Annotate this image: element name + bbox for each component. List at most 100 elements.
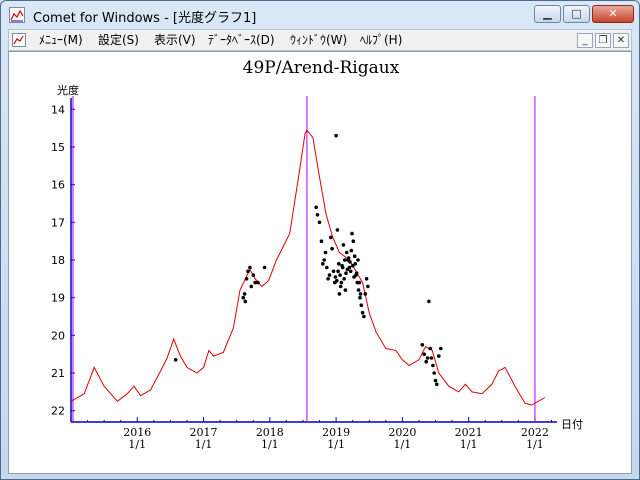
y-tick-label: 20 <box>51 329 65 342</box>
minimize-button[interactable]: ▁ <box>534 5 561 23</box>
observation-point <box>315 213 320 217</box>
mdi-minimize-button[interactable]: _ <box>577 33 593 48</box>
observation-point <box>425 356 430 360</box>
mdi-close-button[interactable]: ✕ <box>613 33 629 48</box>
x-tick-date: 1/1 <box>394 438 412 451</box>
x-tick-date: 1/1 <box>327 438 345 451</box>
observation-point <box>251 273 256 277</box>
predicted-magnitude-curve <box>70 129 546 406</box>
observation-point <box>358 295 362 300</box>
observation-point <box>351 239 356 243</box>
observation-point <box>357 280 362 285</box>
document-graph-icon[interactable] <box>12 33 26 47</box>
observation-point <box>353 262 358 266</box>
observation-point <box>344 250 349 255</box>
app-icon[interactable] <box>9 7 25 23</box>
observation-point <box>173 358 178 362</box>
observation-point <box>343 288 348 292</box>
observation-point <box>435 382 439 387</box>
observation-point <box>360 310 365 315</box>
menu-database[interactable]: ﾃﾞｰﾀﾍﾞｰｽ(D) <box>208 32 275 48</box>
graph-icon <box>10 9 24 22</box>
observation-point <box>319 239 324 243</box>
maximize-button[interactable]: □ <box>563 5 590 23</box>
observation-point <box>242 292 247 296</box>
observation-point <box>352 254 357 258</box>
observation-point <box>359 303 364 307</box>
observation-point <box>327 273 332 277</box>
observation-point <box>356 288 361 292</box>
observation-point <box>339 280 344 285</box>
observation-point <box>431 363 435 368</box>
y-tick-label: 16 <box>51 179 65 192</box>
observation-point <box>348 260 352 264</box>
menu-bar: ﾒﾆｭｰ(M) 設定(S) 表示(V) ﾃﾞｰﾀﾍﾞｰｽ(D) ｳｨﾝﾄﾞｳ(W… <box>8 29 632 51</box>
app-window: Comet for Windows - [光度グラフ1] ▁ □ ✕ ﾒﾆｭｰ(… <box>0 0 640 480</box>
observation-point <box>428 346 433 351</box>
x-tick-date: 1/1 <box>460 438 478 451</box>
graph-panel: 49P/Arend-Rigaux 光度 日付 14 15 16 17 18 19 20 21 2… <box>8 51 632 474</box>
menu-settings[interactable]: 設定(S) <box>98 32 139 48</box>
x-tick-date: 1/1 <box>526 438 544 451</box>
observation-point <box>330 246 334 251</box>
magnitude-plot: 14151617181920212220161/120171/120181/12… <box>51 96 557 451</box>
observation-point <box>420 343 425 347</box>
observation-point <box>358 292 363 296</box>
observation-point <box>317 220 322 225</box>
observation-point <box>364 277 369 281</box>
observation-point <box>350 231 354 236</box>
observation-point <box>352 275 356 279</box>
observation-point <box>323 250 328 255</box>
mdi-restore-button[interactable]: ❐ <box>595 33 611 48</box>
x-tick-date: 1/1 <box>261 438 279 451</box>
menu-menu[interactable]: ﾒﾆｭｰ(M) <box>39 32 83 48</box>
observation-point <box>433 378 438 383</box>
observation-point <box>422 352 427 357</box>
observation-point <box>335 278 339 283</box>
observation-point <box>424 359 429 364</box>
observation-point <box>363 292 368 296</box>
observation-point <box>338 284 343 289</box>
observation-point <box>256 280 260 285</box>
menu-help[interactable]: ﾍﾙﾌﾟ(H) <box>360 32 402 48</box>
observation-point <box>262 265 267 270</box>
observation-point <box>362 314 366 319</box>
observation-point <box>437 354 441 358</box>
observation-point <box>336 269 340 274</box>
observation-point <box>432 371 437 375</box>
observation-point <box>341 243 346 247</box>
observation-point <box>326 277 330 281</box>
menu-view[interactable]: 表示(V) <box>154 32 196 48</box>
observation-point <box>338 273 342 277</box>
x-tick-date: 1/1 <box>195 438 213 451</box>
observation-point <box>340 263 344 268</box>
y-tick-label: 22 <box>51 405 65 418</box>
observation-point <box>344 271 348 275</box>
observation-point <box>345 267 350 272</box>
observation-point <box>333 275 338 279</box>
observation-point <box>335 228 340 232</box>
close-button[interactable]: ✕ <box>592 5 634 23</box>
observation-point <box>429 356 434 360</box>
window-title: Comet for Windows - [光度グラフ1] <box>33 11 257 26</box>
observation-point <box>249 284 254 289</box>
observation-point <box>241 295 246 300</box>
y-tick-label: 14 <box>51 103 65 116</box>
y-tick-label: 18 <box>51 254 65 267</box>
x-tick-date: 1/1 <box>128 438 146 451</box>
observation-point <box>342 277 346 281</box>
observation-point <box>314 205 319 210</box>
y-tick-label: 21 <box>51 367 65 380</box>
observation-point <box>348 269 353 274</box>
menu-window[interactable]: ｳｨﾝﾄﾞｳ(W) <box>290 32 347 48</box>
observation-point <box>342 258 347 262</box>
title-bar[interactable]: Comet for Windows - [光度グラフ1] ▁ □ ✕ <box>1 1 639 29</box>
observation-point <box>331 269 336 274</box>
observation-point <box>337 262 341 266</box>
y-tick-label: 19 <box>51 292 65 305</box>
observation-point <box>427 299 431 304</box>
observation-point <box>243 299 248 304</box>
observation-point <box>337 292 342 296</box>
observation-point <box>325 265 329 270</box>
y-tick-label: 17 <box>51 216 65 229</box>
